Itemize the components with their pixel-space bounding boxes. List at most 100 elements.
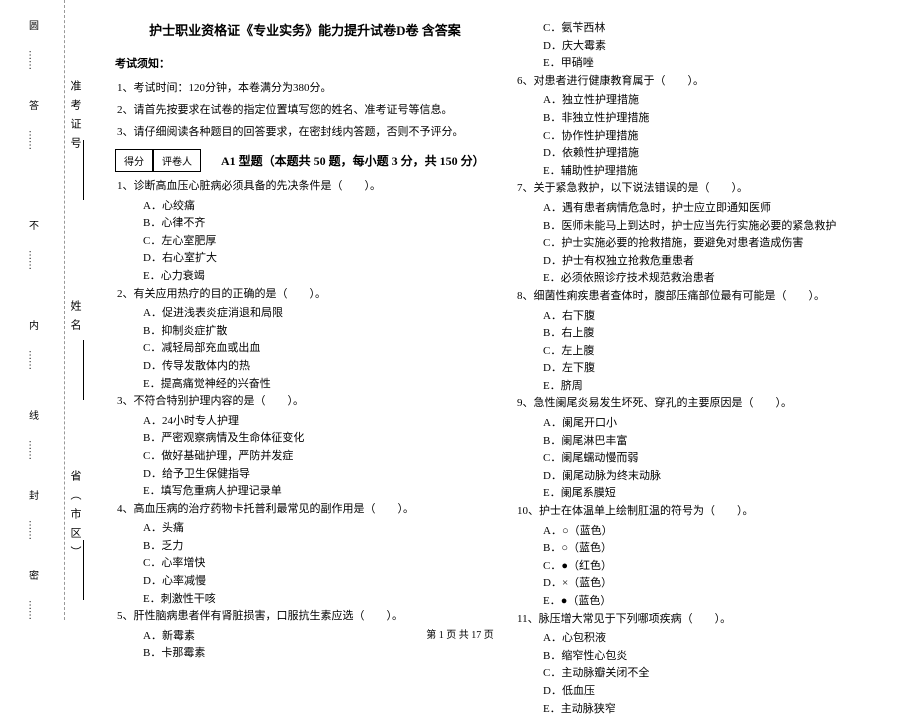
question-text: 6、对患者进行健康教育属于（ ）。	[515, 73, 895, 91]
question-text: 7、关于紧急救护，以下说法错误的是（ ）。	[515, 180, 895, 198]
option-text: B．抑制炎症扩散	[115, 323, 495, 341]
name-line	[83, 340, 84, 400]
exam-id-label: 准考证号	[67, 80, 83, 156]
question-text: 11、脉压增大常见于下列哪项疾病（ ）。	[515, 611, 895, 629]
option-text: B．心律不齐	[115, 215, 495, 233]
question-text: 3、不符合特别护理内容的是（ ）。	[115, 393, 495, 411]
option-text: D．护士有权独立抢救危重患者	[515, 253, 895, 271]
option-text: D．庆大霉素	[515, 38, 895, 56]
option-text: E．提高痛觉神经的兴奋性	[115, 376, 495, 394]
exam-title: 护士职业资格证《专业实务》能力提升试卷D卷 含答案	[115, 20, 495, 39]
binding-dots: ……	[27, 130, 38, 150]
score-label: 得分	[115, 149, 153, 172]
option-text: B．医师未能马上到达时，护士应当先行实施必要的紧急救护	[515, 218, 895, 236]
option-text: A．头痛	[115, 520, 495, 538]
option-text: D．阑尾动脉为终末动脉	[515, 468, 895, 486]
binding-label: 线	[25, 410, 40, 426]
option-text: E．●（蓝色）	[515, 593, 895, 611]
question-text: 10、护士在体温单上绘制肛温的符号为（ ）。	[515, 503, 895, 521]
questions-left: 1、诊断高血压心脏病必须具备的先决条件是（ ）。 A．心绞痛B．心律不齐C．左心室…	[115, 178, 495, 663]
binding-dots: ……	[27, 440, 38, 460]
option-text: A．阑尾开口小	[515, 415, 895, 433]
option-text: B．○（蓝色）	[515, 540, 895, 558]
binding-label: 密	[25, 570, 40, 586]
option-text: C．做好基础护理，严防并发症	[115, 448, 495, 466]
option-text: C．主动脉瓣关闭不全	[515, 665, 895, 683]
content-area: 护士职业资格证《专业实务》能力提升试卷D卷 含答案 考试须知： 1、考试时间：1…	[95, 0, 920, 620]
instruction-item: 1、考试时间：120分钟，本卷满分为380分。	[115, 79, 495, 95]
questions-right: C．氨苄西林D．庆大霉素E．甲硝唑6、对患者进行健康教育属于（ ）。A．独立性护…	[515, 20, 895, 718]
question-text: 8、细菌性痢疾患者查体时，腹部压痛部位最有可能是（ ）。	[515, 288, 895, 306]
option-text: C．阑尾蠕动慢而弱	[515, 450, 895, 468]
option-text: A．心包积液	[515, 630, 895, 648]
right-column: C．氨苄西林D．庆大霉素E．甲硝唑6、对患者进行健康教育属于（ ）。A．独立性护…	[505, 20, 905, 610]
option-text: D．左下腹	[515, 360, 895, 378]
exam-id-line	[83, 140, 84, 200]
option-text: B．非独立性护理措施	[515, 110, 895, 128]
option-text: D．给予卫生保健指导	[115, 466, 495, 484]
question-text: 4、高血压病的治疗药物卡托普利最常见的副作用是（ ）。	[115, 501, 495, 519]
option-text: C．减轻局部充血或出血	[115, 340, 495, 358]
province-label: 省（市区）	[67, 470, 83, 565]
instruction-item: 3、请仔细阅读各种题目的回答要求，在密封线内答题，否则不予评分。	[115, 123, 495, 139]
option-text: C．护士实施必要的抢救措施，要避免对患者造成伤害	[515, 235, 895, 253]
section-title: A1 型题（本题共 50 题，每小题 3 分，共 150 分）	[221, 152, 485, 169]
option-text: C．心率增快	[115, 555, 495, 573]
binding-dots: ……	[27, 50, 38, 70]
option-text: E．脐周	[515, 378, 895, 396]
option-text: C．左上腹	[515, 343, 895, 361]
option-text: E．填写危重病人护理记录单	[115, 483, 495, 501]
binding-label: 答	[25, 100, 40, 116]
binding-label: 圆	[25, 20, 40, 36]
option-text: E．甲硝唑	[515, 55, 895, 73]
binding-dots: ……	[27, 520, 38, 540]
binding-label: 内	[25, 320, 40, 336]
option-text: A．遇有患者病情危急时，护士应立即通知医师	[515, 200, 895, 218]
option-text: D．心率减慢	[115, 573, 495, 591]
option-text: E．主动脉狭窄	[515, 701, 895, 718]
option-text: D．低血压	[515, 683, 895, 701]
option-text: A．24小时专人护理	[115, 413, 495, 431]
binding-margin: 圆 …… 答 …… 不 …… 内 …… 线 …… 封 …… 密 ……	[0, 0, 65, 620]
option-text: D．右心室扩大	[115, 250, 495, 268]
notice-heading: 考试须知：	[115, 55, 495, 71]
option-text: A．○（蓝色）	[515, 523, 895, 541]
option-text: C．协作性护理措施	[515, 128, 895, 146]
instruction-item: 2、请首先按要求在试卷的指定位置填写您的姓名、准考证号等信息。	[115, 101, 495, 117]
option-text: D．传导发散体内的热	[115, 358, 495, 376]
binding-label: 封	[25, 490, 40, 506]
question-text: 9、急性阑尾炎易发生坏死、穿孔的主要原因是（ ）。	[515, 395, 895, 413]
option-text: B．严密观察病情及生命体征变化	[115, 430, 495, 448]
name-label: 姓名	[67, 300, 83, 338]
option-text: E．辅助性护理措施	[515, 163, 895, 181]
option-text: A．心绞痛	[115, 198, 495, 216]
option-text: E．必须依照诊疗技术规范救治患者	[515, 270, 895, 288]
grader-label: 评卷人	[153, 149, 201, 172]
option-text: B．乏力	[115, 538, 495, 556]
student-info-margin: 准考证号 姓名 省（市区）	[65, 0, 95, 620]
question-text: 5、肝性脑病患者伴有肾脏损害，口服抗生素应选（ ）。	[115, 608, 495, 626]
binding-dots: ……	[27, 350, 38, 370]
option-text: B．阑尾淋巴丰富	[515, 433, 895, 451]
option-text: B．缩窄性心包炎	[515, 648, 895, 666]
question-text: 1、诊断高血压心脏病必须具备的先决条件是（ ）。	[115, 178, 495, 196]
option-text: E．心力衰竭	[115, 268, 495, 286]
option-text: C．●（红色）	[515, 558, 895, 576]
option-text: C．左心室肥厚	[115, 233, 495, 251]
score-box: 得分 评卷人 A1 型题（本题共 50 题，每小题 3 分，共 150 分）	[115, 149, 495, 172]
exam-page: 圆 …… 答 …… 不 …… 内 …… 线 …… 封 …… 密 …… 准考证号 …	[0, 0, 920, 620]
option-text: C．氨苄西林	[515, 20, 895, 38]
question-text: 2、有关应用热疗的目的正确的是（ ）。	[115, 286, 495, 304]
option-text: D．依赖性护理措施	[515, 145, 895, 163]
binding-dots: ……	[27, 600, 38, 620]
option-text: D．×（蓝色）	[515, 575, 895, 593]
binding-dots: ……	[27, 250, 38, 270]
option-text: A．右下腹	[515, 308, 895, 326]
option-text: A．促进浅表炎症消退和局限	[115, 305, 495, 323]
option-text: E．阑尾系膜短	[515, 485, 895, 503]
option-text: B．右上腹	[515, 325, 895, 343]
left-column: 护士职业资格证《专业实务》能力提升试卷D卷 含答案 考试须知： 1、考试时间：1…	[105, 20, 505, 610]
binding-label: 不	[25, 220, 40, 236]
option-text: B．卡那霉素	[115, 645, 495, 663]
province-line	[83, 540, 84, 600]
